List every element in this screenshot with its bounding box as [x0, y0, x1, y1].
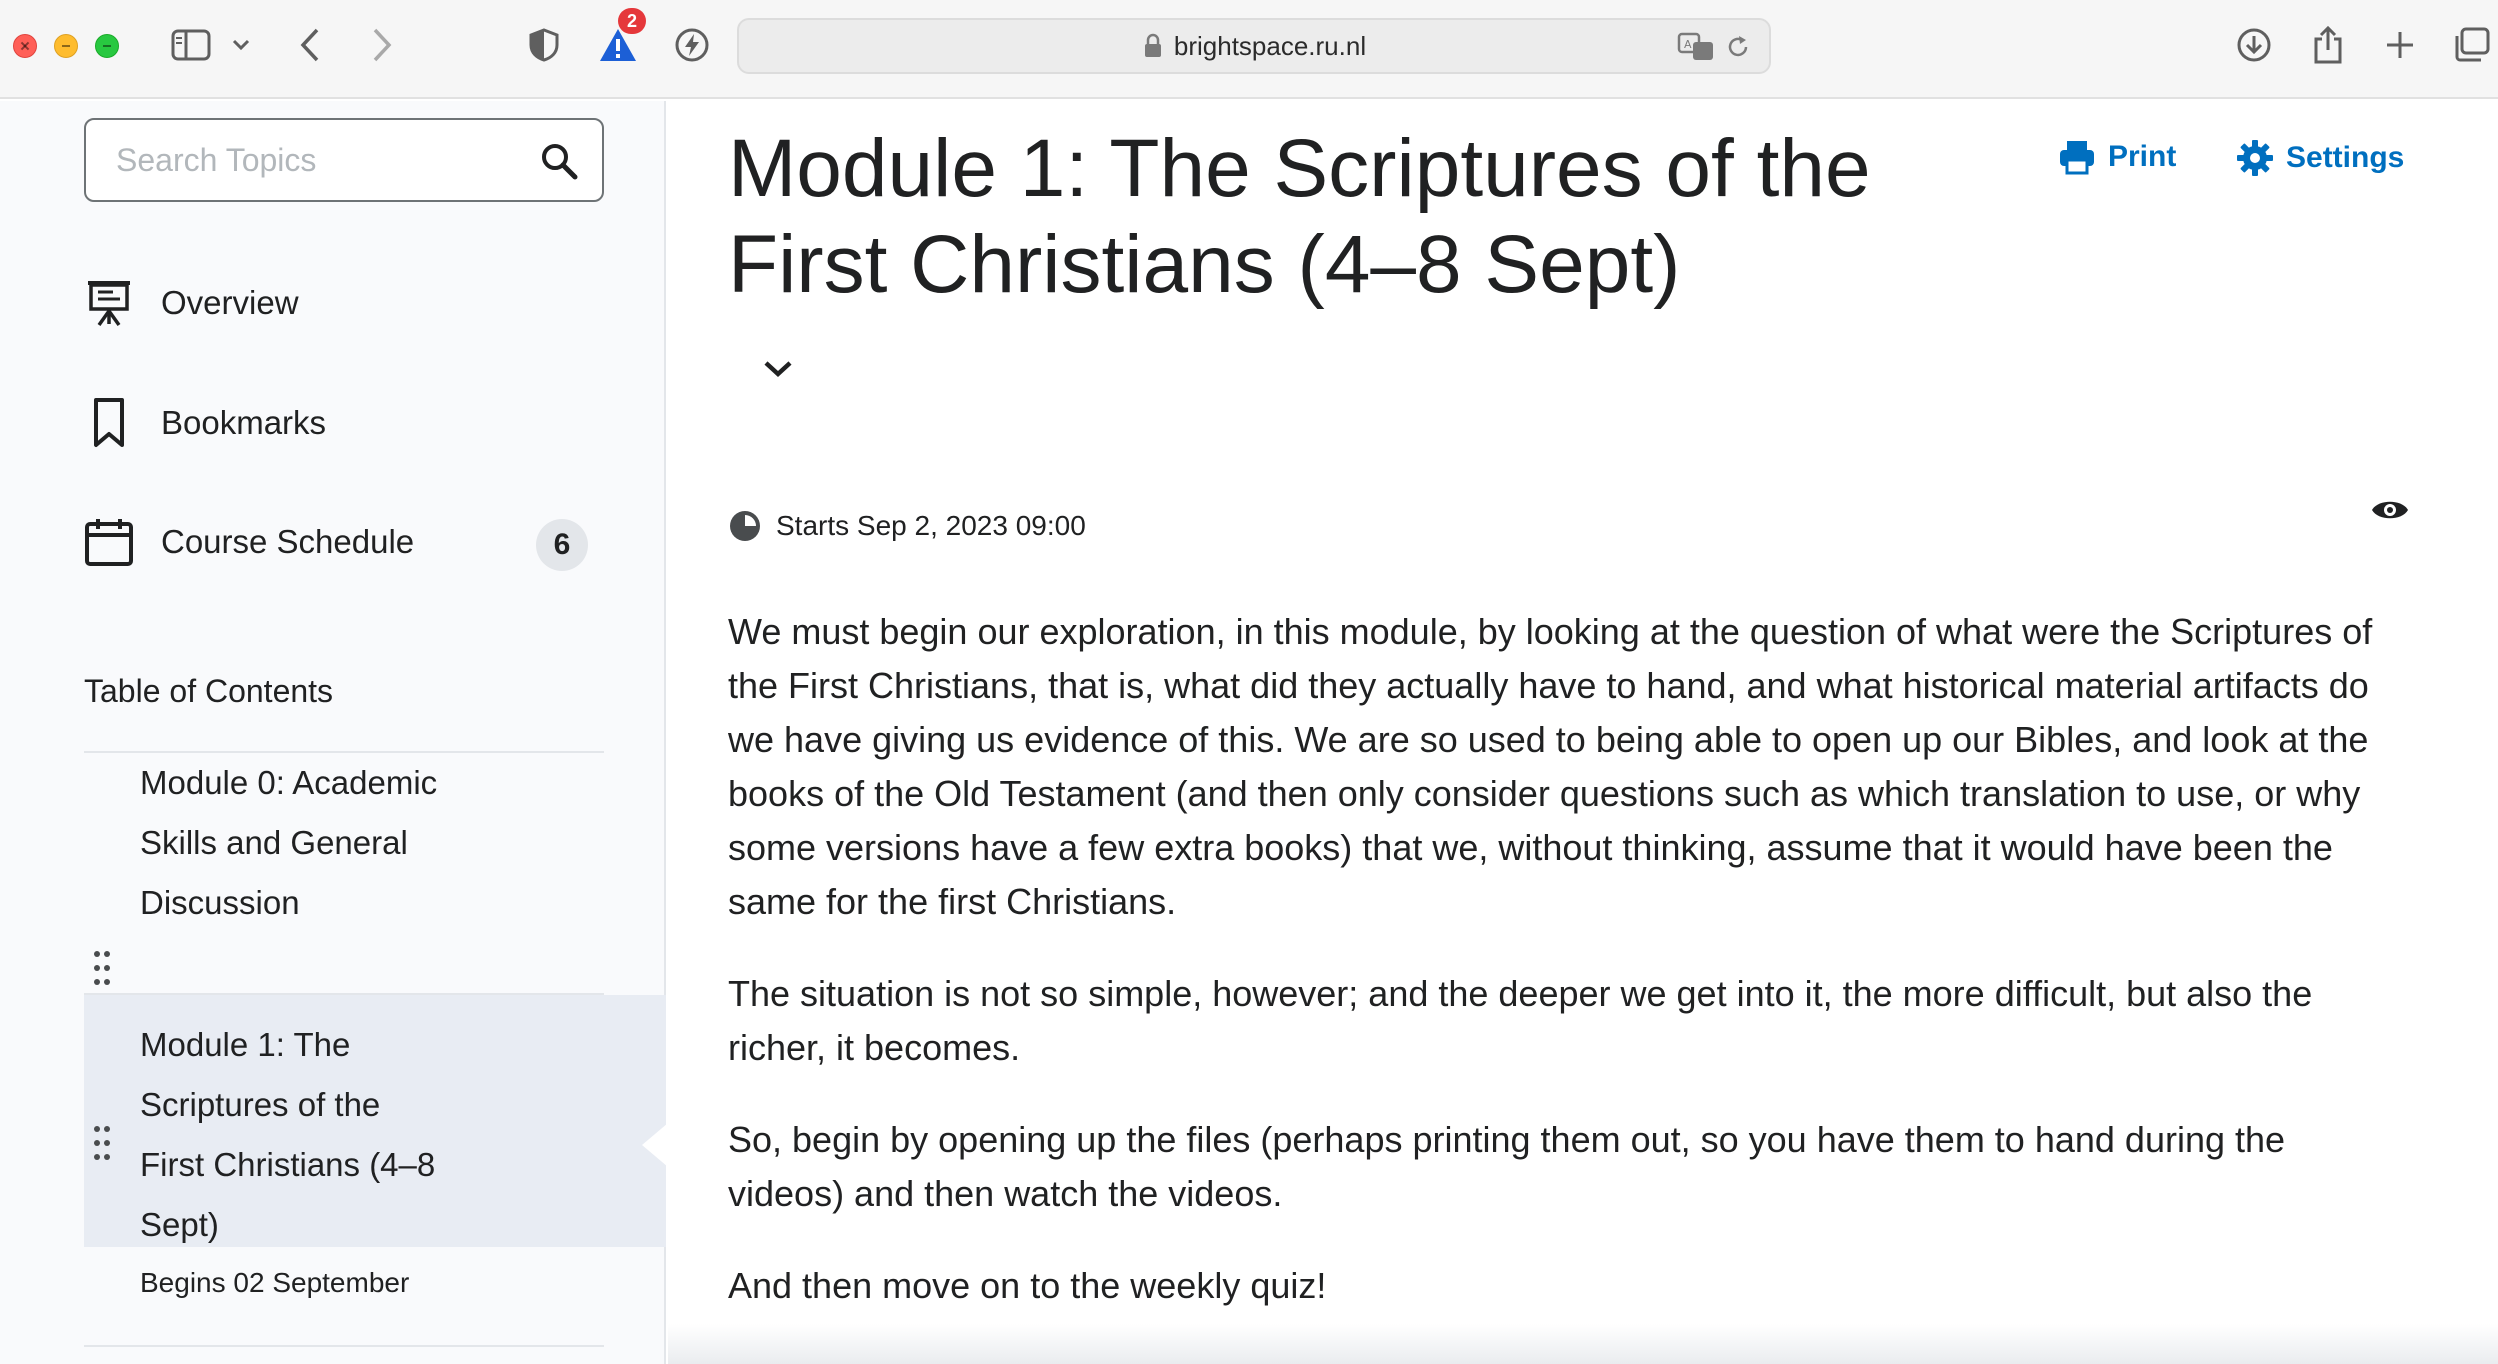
new-tab-icon[interactable]	[2380, 20, 2420, 70]
reload-icon[interactable]	[1725, 34, 1751, 60]
bookmark-icon	[84, 396, 134, 450]
search-input[interactable]	[86, 141, 506, 179]
eye-icon[interactable]	[2370, 495, 2410, 525]
print-label: Print	[2108, 140, 2177, 173]
window-close-button[interactable]	[13, 34, 37, 58]
back-icon[interactable]	[290, 20, 330, 70]
drag-handle-icon[interactable]	[94, 951, 110, 991]
toc-item-module-1[interactable]: Module 1: The Scriptures of the First Ch…	[84, 995, 668, 1298]
content-paragraph: We must begin our exploration, in this m…	[728, 611, 2373, 922]
start-date-text: Starts Sep 2, 2023 09:00	[776, 510, 1086, 541]
content-paragraph: So, begin by opening up the files (perha…	[728, 1119, 2286, 1214]
nav-course-schedule-label: Course Schedule	[161, 523, 415, 560]
toc-item-date: Begins 02 September	[140, 1267, 410, 1298]
alert-count-badge: 2	[618, 8, 646, 34]
sidebar: Overview Bookmarks Course Schedule 6 Tab…	[0, 101, 668, 1364]
start-date-row: Starts Sep 2, 2023 09:00	[728, 509, 1086, 543]
calendar-icon	[84, 515, 134, 569]
lightning-icon[interactable]	[672, 20, 712, 70]
search-icon[interactable]	[536, 138, 582, 184]
address-bar[interactable]: brightspace.ru.nl A	[737, 18, 1771, 74]
window-maximize-button[interactable]	[95, 34, 119, 58]
settings-label: Settings	[2286, 141, 2405, 174]
nav-overview-label: Overview	[161, 284, 299, 321]
toc-divider	[84, 1345, 604, 1347]
nav-course-schedule[interactable]: Course Schedule 6	[84, 507, 604, 577]
browser-toolbar: 2 brightspace.ru.nl A	[0, 0, 2498, 99]
collapse-chevron-icon[interactable]	[758, 349, 798, 389]
toc-heading: Table of Contents	[84, 673, 334, 709]
window-minimize-button[interactable]	[54, 34, 78, 58]
schedule-count-badge: 6	[536, 519, 588, 571]
nav-bookmarks-label: Bookmarks	[161, 404, 327, 441]
svg-text:A: A	[1684, 38, 1692, 51]
clock-icon	[730, 511, 760, 541]
printer-icon	[2060, 141, 2094, 175]
print-button[interactable]: Print	[2058, 139, 2176, 175]
content-paragraph: And then move on to the weekly quiz!	[728, 1265, 1327, 1306]
content-paragraph: The situation is not so simple, however;…	[728, 973, 2313, 1068]
settings-button[interactable]: Settings	[2236, 139, 2404, 177]
warning-icon[interactable]: 2	[596, 8, 646, 70]
toc-item-title: Module 1: The Scriptures of the First Ch…	[140, 1026, 436, 1243]
tab-overview-icon[interactable]	[2452, 20, 2492, 70]
active-indicator	[642, 1123, 668, 1167]
sidebar-toggle-icon[interactable]	[166, 20, 216, 70]
gear-icon	[2237, 140, 2273, 176]
chevron-down-icon[interactable]	[228, 20, 254, 70]
translate-icon[interactable]: A	[1677, 32, 1715, 62]
nav-overview[interactable]: Overview	[84, 268, 604, 338]
url-text: brightspace.ru.nl	[1173, 30, 1367, 61]
page-title: Module 1: The Scriptures of the First Ch…	[728, 123, 1871, 310]
forward-icon[interactable]	[362, 20, 402, 70]
toc-item-module-0[interactable]: Module 0: Academic Skills and General Di…	[84, 753, 666, 993]
presentation-icon	[84, 276, 134, 330]
shield-icon[interactable]	[524, 20, 564, 70]
lock-icon	[1144, 33, 1161, 57]
scroll-fade	[668, 1324, 2498, 1364]
drag-handle-icon[interactable]	[94, 1126, 110, 1166]
nav-bookmarks[interactable]: Bookmarks	[84, 388, 604, 458]
download-icon[interactable]	[2232, 20, 2276, 70]
toc-item-title: Module 0: Academic Skills and General Di…	[140, 764, 438, 921]
share-icon[interactable]	[2308, 20, 2348, 70]
search-box	[84, 118, 604, 202]
main-content: Module 1: The Scriptures of the First Ch…	[668, 101, 2498, 1364]
